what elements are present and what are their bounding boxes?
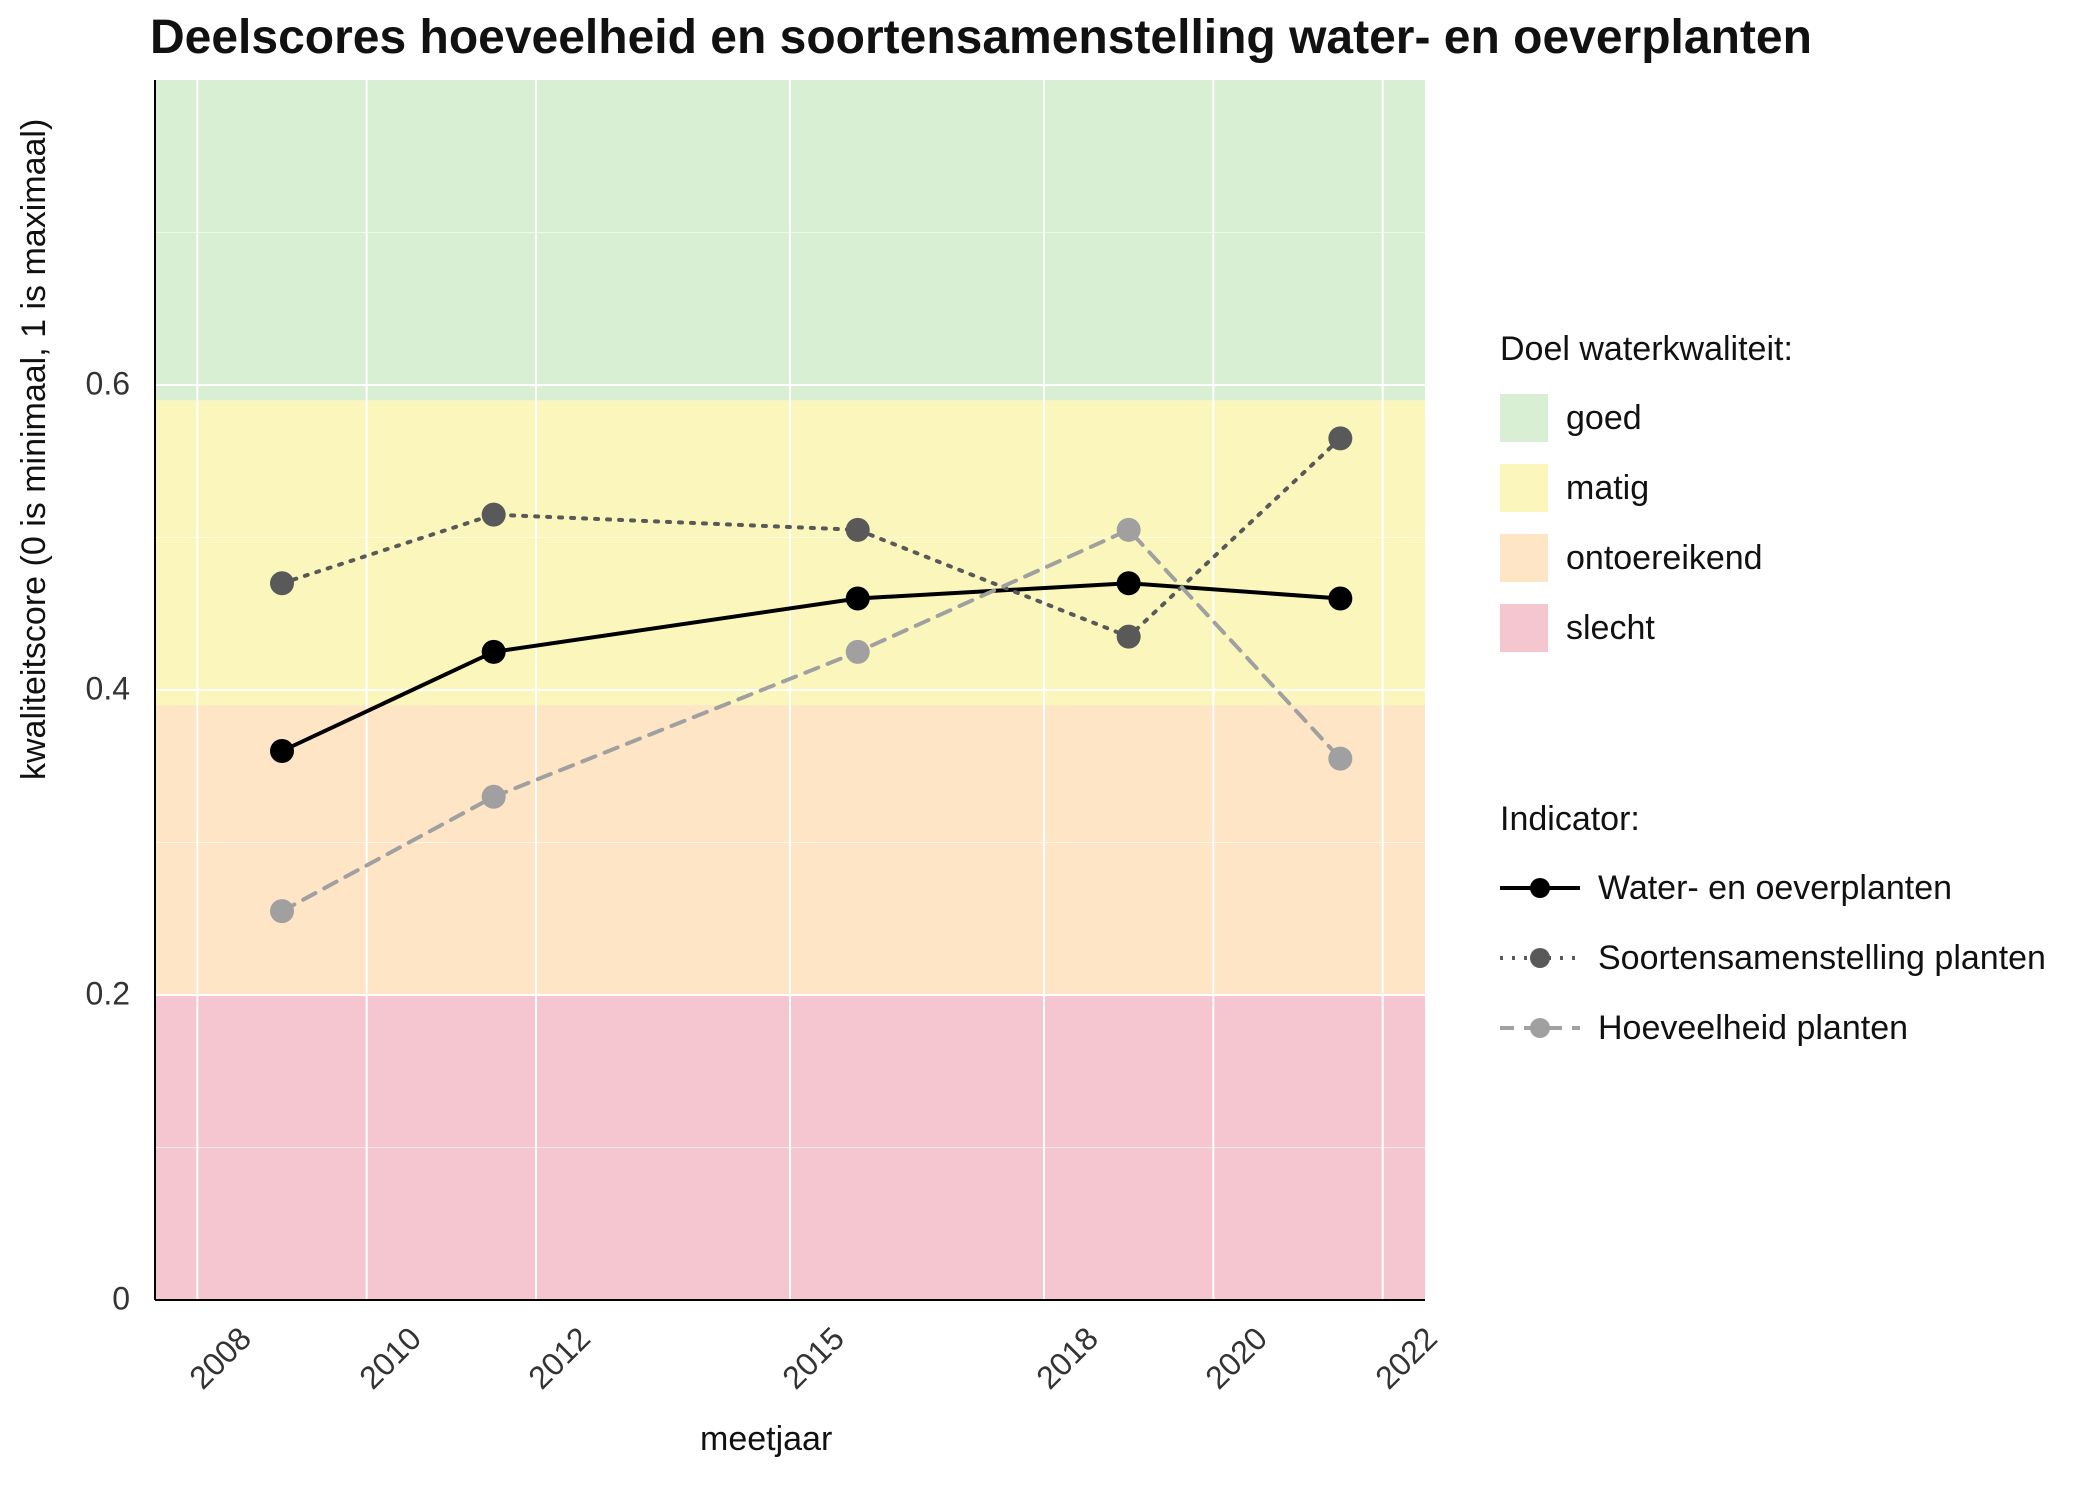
legend-indicator-item: Water- en oeverplanten: [1500, 859, 2046, 917]
data-point: [1117, 625, 1141, 649]
legend-indicator-item: Soortensamenstelling planten: [1500, 929, 2046, 987]
data-point: [482, 503, 506, 527]
line-sample: [1500, 1008, 1580, 1048]
x-tick: 2008: [183, 1320, 260, 1397]
data-point: [1117, 518, 1141, 542]
chart-container: Deelscores hoeveelheid en soortensamenst…: [0, 0, 2100, 1500]
line-sample: [1500, 938, 1580, 978]
data-point: [846, 587, 870, 611]
x-tick: 2010: [352, 1320, 429, 1397]
legend-label: goed: [1566, 399, 1642, 438]
legend-label: Soortensamenstelling planten: [1598, 939, 2046, 978]
color-swatch: [1500, 534, 1548, 582]
legend-quality-item: goed: [1500, 389, 1793, 447]
legend-label: matig: [1566, 469, 1649, 508]
chart-title: Deelscores hoeveelheid en soortensamenst…: [150, 10, 1812, 65]
legend-label: Hoeveelheid planten: [1598, 1009, 1908, 1048]
legend-quality-item: matig: [1500, 459, 1793, 517]
legend-indicator-item: Hoeveelheid planten: [1500, 999, 2046, 1057]
y-tick: 0.2: [50, 976, 130, 1013]
plot-area: [145, 80, 1435, 1310]
legend-quality-title: Doel waterkwaliteit:: [1500, 330, 1793, 369]
data-point: [482, 785, 506, 809]
y-tick: 0: [50, 1281, 130, 1318]
x-tick: 2020: [1199, 1320, 1276, 1397]
legend-quality: Doel waterkwaliteit: goed matig ontoereike…: [1500, 330, 1793, 669]
x-tick: 2022: [1368, 1320, 1445, 1397]
legend-quality-item: slecht: [1500, 599, 1793, 657]
color-swatch: [1500, 394, 1548, 442]
x-tick: 2012: [521, 1320, 598, 1397]
x-axis-label: meetjaar: [700, 1420, 832, 1459]
data-point: [482, 640, 506, 664]
y-tick: 0.4: [50, 671, 130, 708]
data-point: [846, 518, 870, 542]
data-point: [1117, 571, 1141, 595]
y-tick: 0.6: [50, 366, 130, 403]
legend-label: ontoereikend: [1566, 539, 1763, 578]
legend-quality-item: ontoereikend: [1500, 529, 1793, 587]
y-axis-label: kwaliteitscore (0 is minimaal, 1 is maxi…: [15, 119, 54, 780]
data-point: [1328, 587, 1352, 611]
legend-indicator: Indicator: Water- en oeverplanten Soorten…: [1500, 800, 2046, 1069]
data-point: [1328, 426, 1352, 450]
x-tick: 2015: [775, 1320, 852, 1397]
color-swatch: [1500, 464, 1548, 512]
data-point: [270, 571, 294, 595]
legend-indicator-title: Indicator:: [1500, 800, 2046, 839]
legend-label: slecht: [1566, 609, 1655, 648]
legend-label: Water- en oeverplanten: [1598, 869, 1952, 908]
line-sample: [1500, 868, 1580, 908]
data-point: [270, 899, 294, 923]
data-point: [846, 640, 870, 664]
color-swatch: [1500, 604, 1548, 652]
x-tick: 2018: [1029, 1320, 1106, 1397]
data-point: [1328, 747, 1352, 771]
data-point: [270, 739, 294, 763]
